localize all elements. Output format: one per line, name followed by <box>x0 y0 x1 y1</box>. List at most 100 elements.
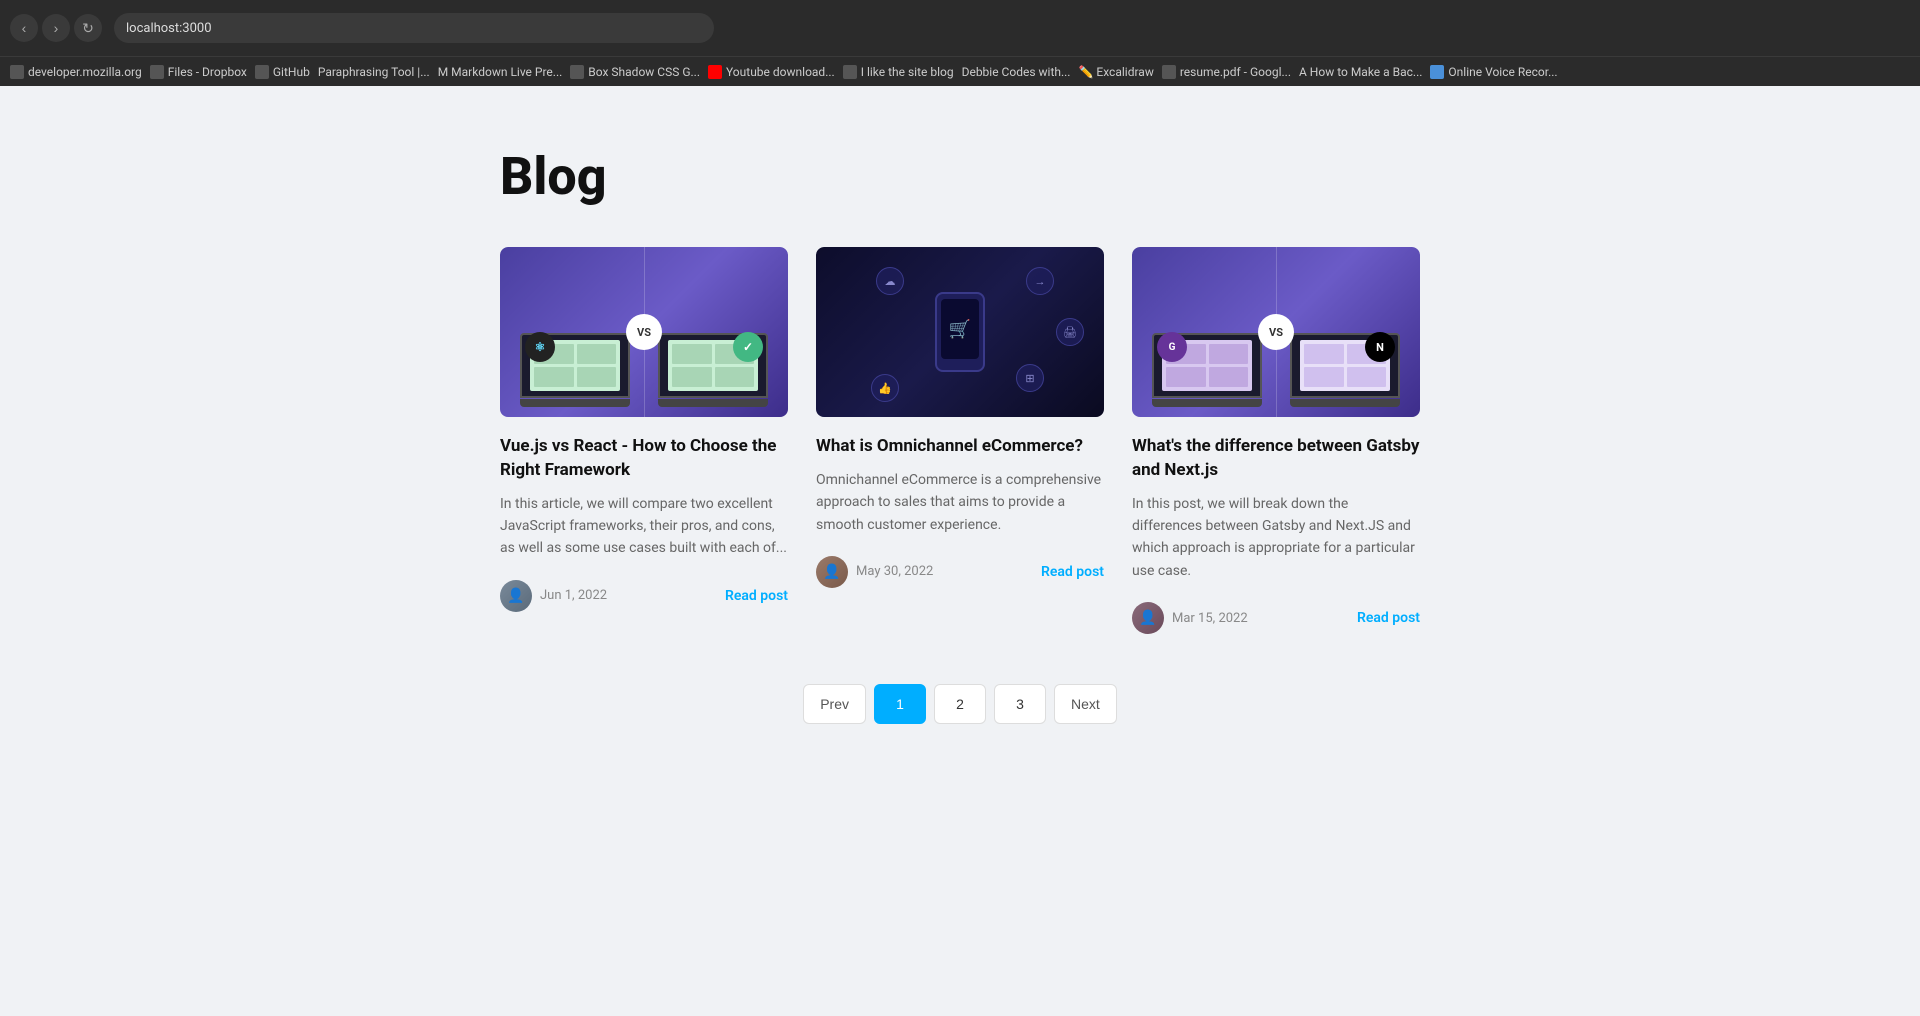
prev-button[interactable]: Prev <box>803 684 866 724</box>
browser-chrome: ‹ › ↻ localhost:3000 <box>0 0 1920 56</box>
orbit-dot-3: 👍 <box>871 374 899 402</box>
blog-card-3: G VS N <box>1132 247 1420 634</box>
author-avatar-2: 👤 <box>816 556 848 588</box>
bookmark-dropbox[interactable]: Files - Dropbox <box>150 65 247 79</box>
card-title-1: Vue.js vs React - How to Choose the Righ… <box>500 435 788 483</box>
page-2-button[interactable]: 2 <box>934 684 986 724</box>
blog-card-1: ⚛ VS ✓ <box>500 247 788 634</box>
avatar-face: 👤 <box>500 580 532 612</box>
card-excerpt-2: Omnichannel eCommerce is a comprehensive… <box>816 469 1104 536</box>
avatar-face: 👤 <box>816 556 848 588</box>
orbit-dot-2: → <box>1026 267 1054 295</box>
screen-cell <box>672 367 712 387</box>
card-title-2: What is Omnichannel eCommerce? <box>816 435 1104 459</box>
bookmark-youtube[interactable]: Youtube download... <box>708 65 835 79</box>
back-button[interactable]: ‹ <box>10 14 38 42</box>
author-avatar-3: 👤 <box>1132 602 1164 634</box>
bookmark-favicon <box>10 65 24 79</box>
orbit-dot-5: 🖨 <box>1056 318 1084 346</box>
gatsby-image: G VS N <box>1132 247 1420 417</box>
bookmark-howto[interactable]: A How to Make a Bac... <box>1299 65 1422 79</box>
main-container: Blog <box>460 146 1460 724</box>
phone-graphic: 🛒 <box>935 292 985 372</box>
vuereact-image: ⚛ VS ✓ <box>500 247 788 417</box>
gatsby-tech-badge: G <box>1157 332 1187 362</box>
bookmark-github[interactable]: GitHub <box>255 65 310 79</box>
page-1-button[interactable]: 1 <box>874 684 926 724</box>
bookmark-favicon <box>843 65 857 79</box>
cart-icon: 🛒 <box>949 319 971 340</box>
orbit-dot-1: ☁ <box>876 267 904 295</box>
post-date-3: Mar 15, 2022 <box>1172 611 1248 626</box>
bookmark-paraphrasing[interactable]: Paraphrasing Tool |... <box>318 65 430 79</box>
pagination: Prev 1 2 3 Next <box>500 684 1420 724</box>
react-tech-badge: ⚛ <box>525 332 555 362</box>
bookmark-debbie[interactable]: Debbie Codes with... <box>962 65 1071 79</box>
next-tech-badge: N <box>1365 332 1395 362</box>
vs-badge: VS <box>626 314 662 350</box>
bookmark-favicon <box>570 65 584 79</box>
omni-image: 🛒 ☁ → 👍 ⊞ 🖨 <box>816 247 1104 417</box>
blog-card-2: 🛒 ☁ → 👍 ⊞ 🖨 What is Omnichannel eCommerc… <box>816 247 1104 634</box>
bookmark-favicon <box>150 65 164 79</box>
post-date-2: May 30, 2022 <box>856 564 933 579</box>
card-footer-3: 👤 Mar 15, 2022 Read post <box>1132 602 1420 634</box>
browser-nav-controls: ‹ › ↻ <box>10 14 102 42</box>
bookmark-markdown[interactable]: M Markdown Live Pre... <box>438 65 563 79</box>
bookmark-blog[interactable]: I like the site blog <box>843 65 954 79</box>
laptop-base <box>658 399 768 407</box>
address-bar[interactable]: localhost:3000 <box>114 13 714 43</box>
author-avatar-1: 👤 <box>500 580 532 612</box>
screen-cell <box>1209 344 1249 364</box>
next-button[interactable]: Next <box>1054 684 1117 724</box>
orbit-dot-4: ⊞ <box>1016 364 1044 392</box>
card-image-3: G VS N <box>1132 247 1420 417</box>
laptop-base <box>520 399 630 407</box>
page-content: Blog <box>0 86 1920 1016</box>
author-info-1: 👤 Jun 1, 2022 <box>500 580 607 612</box>
bookmark-boxshadow[interactable]: Box Shadow CSS G... <box>570 65 700 79</box>
page-title: Blog <box>500 146 1420 207</box>
card-title-3: What's the difference between Gatsby and… <box>1132 435 1420 483</box>
bookmark-favicon <box>1162 65 1176 79</box>
page-3-button[interactable]: 3 <box>994 684 1046 724</box>
screen-cell <box>672 344 712 364</box>
bookmark-favicon <box>708 65 722 79</box>
vue-tech-badge: ✓ <box>733 332 763 362</box>
vs-badge-gatsby: VS <box>1258 314 1294 350</box>
laptop-base <box>1152 399 1262 407</box>
bookmark-excalidraw[interactable]: ✏️ Excalidraw <box>1078 65 1153 79</box>
bookmark-resume[interactable]: resume.pdf - Googl... <box>1162 65 1291 79</box>
url-text: localhost:3000 <box>126 21 212 36</box>
blog-grid: ⚛ VS ✓ <box>500 247 1420 634</box>
laptop-base <box>1290 399 1400 407</box>
card-excerpt-1: In this article, we will compare two exc… <box>500 493 788 560</box>
read-post-link-1[interactable]: Read post <box>725 588 788 604</box>
bookmark-favicon <box>1430 65 1444 79</box>
bookmark-mozilla[interactable]: developer.mozilla.org <box>10 65 142 79</box>
screen-cell <box>1209 367 1249 387</box>
reload-button[interactable]: ↻ <box>74 14 102 42</box>
card-image-1: ⚛ VS ✓ <box>500 247 788 417</box>
card-image-2: 🛒 ☁ → 👍 ⊞ 🖨 <box>816 247 1104 417</box>
bookmark-favicon <box>255 65 269 79</box>
forward-button[interactable]: › <box>42 14 70 42</box>
read-post-link-3[interactable]: Read post <box>1357 610 1420 626</box>
card-excerpt-3: In this post, we will break down the dif… <box>1132 493 1420 583</box>
bookmark-voice[interactable]: Online Voice Recor... <box>1430 65 1557 79</box>
screen-cell <box>1304 344 1344 364</box>
screen-cell <box>1166 367 1206 387</box>
screen-cell <box>577 344 617 364</box>
post-date-1: Jun 1, 2022 <box>540 588 607 603</box>
read-post-link-2[interactable]: Read post <box>1041 564 1104 580</box>
phone-screen: 🛒 <box>941 299 979 359</box>
avatar-face: 👤 <box>1132 602 1164 634</box>
author-info-2: 👤 May 30, 2022 <box>816 556 933 588</box>
card-footer-1: 👤 Jun 1, 2022 Read post <box>500 580 788 612</box>
screen-cell <box>1304 367 1344 387</box>
screen-cell <box>577 367 617 387</box>
author-info-3: 👤 Mar 15, 2022 <box>1132 602 1248 634</box>
screen-cell <box>534 367 574 387</box>
screen-cell <box>1347 367 1387 387</box>
screen-cell <box>715 367 755 387</box>
